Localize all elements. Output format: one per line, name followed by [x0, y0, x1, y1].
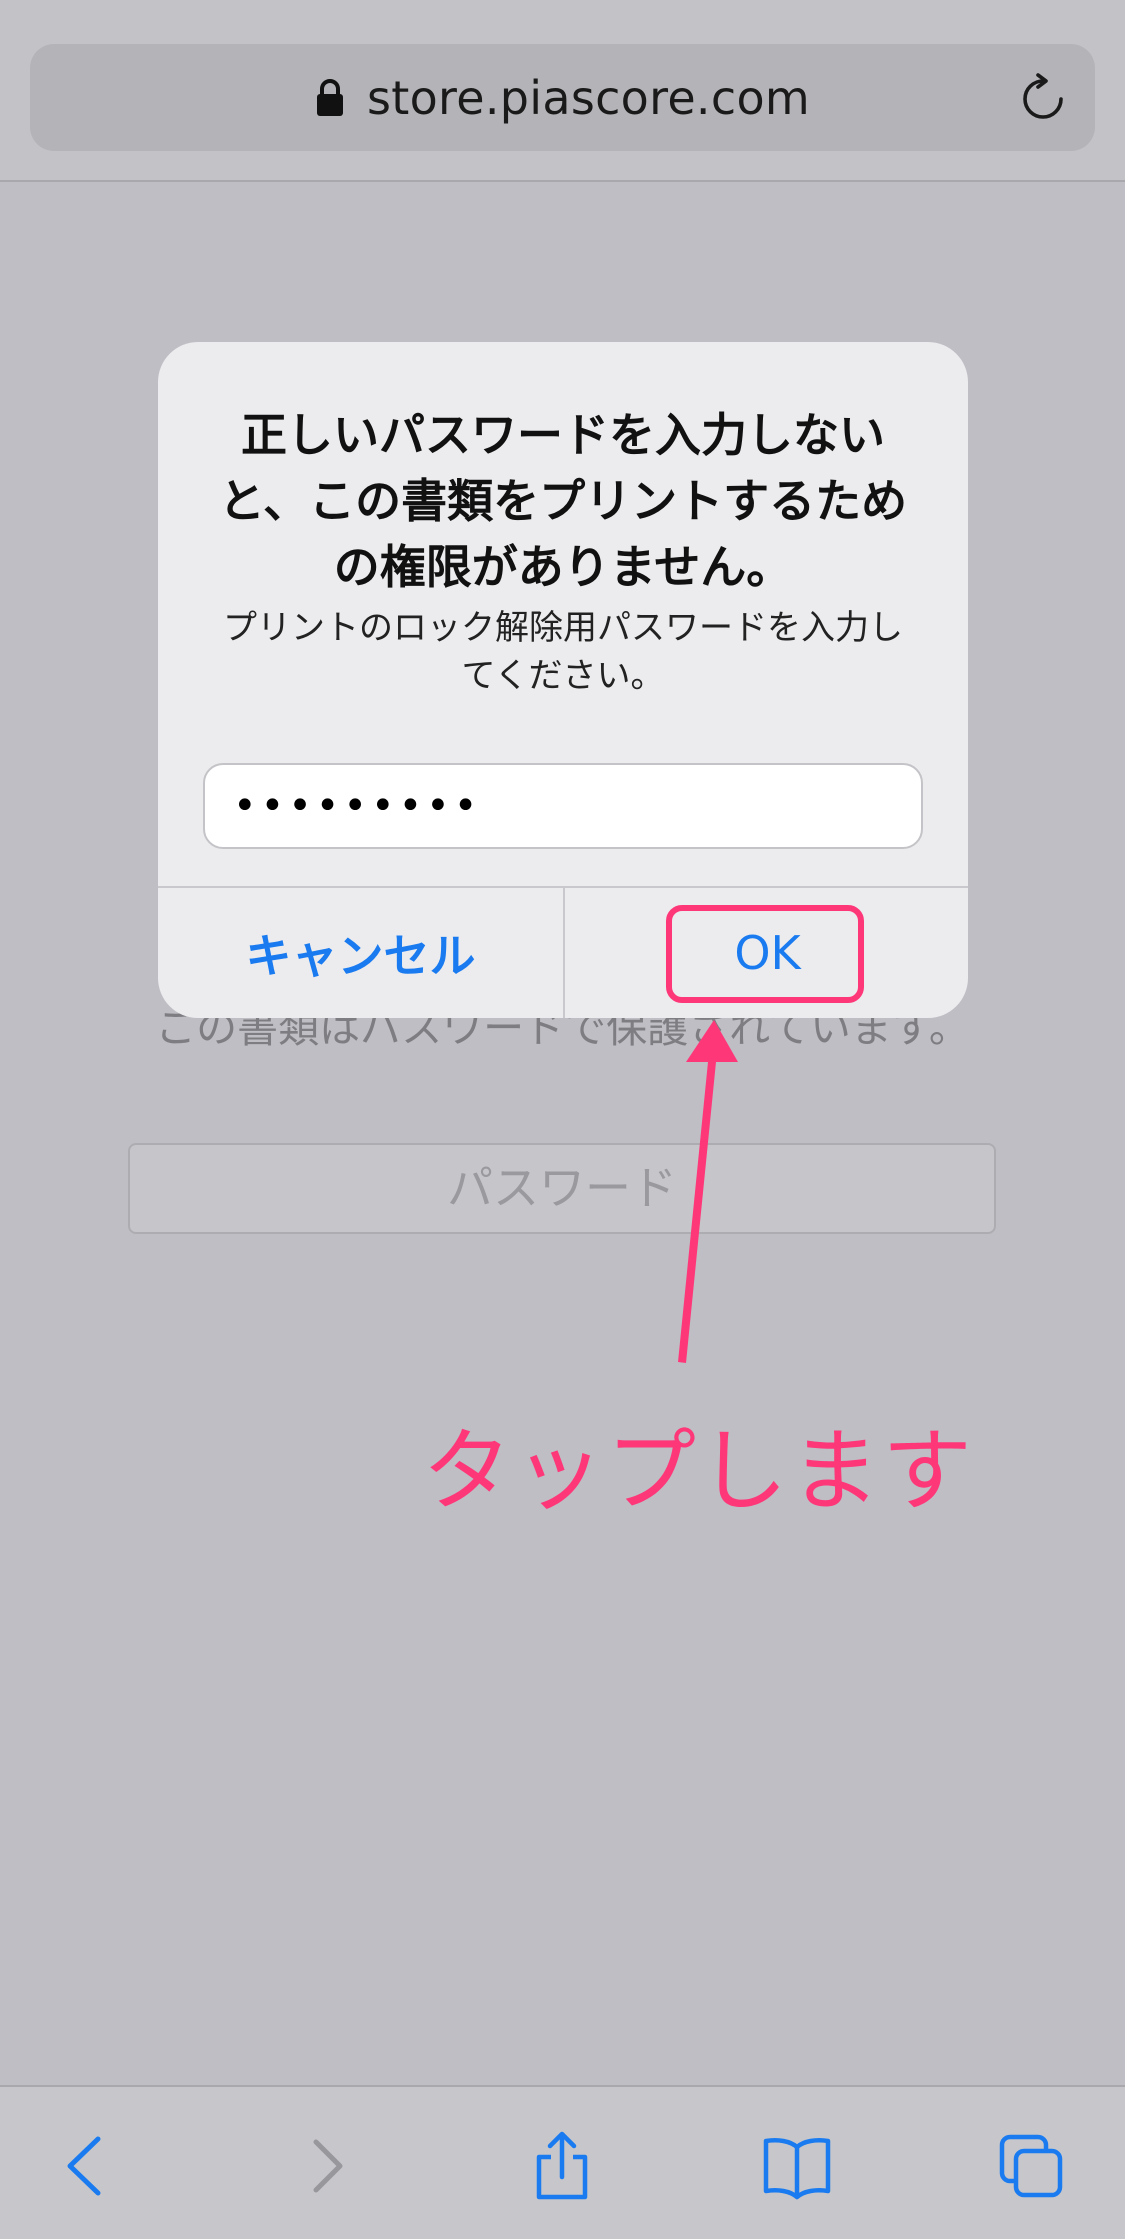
alert-message: プリントのロック解除用パスワードを入力してください。	[223, 608, 903, 696]
annotation-text: タップします	[422, 1419, 974, 1524]
url-text: store.piascore.com	[366, 70, 810, 125]
bookmarks-icon[interactable]	[762, 2131, 832, 2201]
page-password-field[interactable]: パスワード	[128, 1143, 996, 1234]
address-bar-area: store.piascore.com	[0, 0, 1125, 182]
reload-icon[interactable]	[1017, 72, 1069, 124]
url-display[interactable]: store.piascore.com	[30, 44, 1095, 151]
forward-icon[interactable]	[294, 2131, 364, 2201]
back-icon[interactable]	[54, 2131, 124, 2201]
alert-password-input[interactable]: •••••••••	[203, 763, 923, 849]
tabs-icon[interactable]	[996, 2131, 1066, 2201]
cancel-button[interactable]: キャンセル	[158, 888, 563, 1018]
annotation-arrow-icon	[678, 1020, 738, 1363]
lock-icon	[316, 78, 343, 116]
ok-highlight-box	[666, 905, 864, 1003]
bottom-toolbar	[0, 2085, 1125, 2239]
share-icon[interactable]	[527, 2131, 597, 2201]
url-bar[interactable]: store.piascore.com	[30, 44, 1095, 151]
alert-title: 正しいパスワードを入力しないと、この書類をプリントするための権限がありません。	[218, 408, 908, 594]
